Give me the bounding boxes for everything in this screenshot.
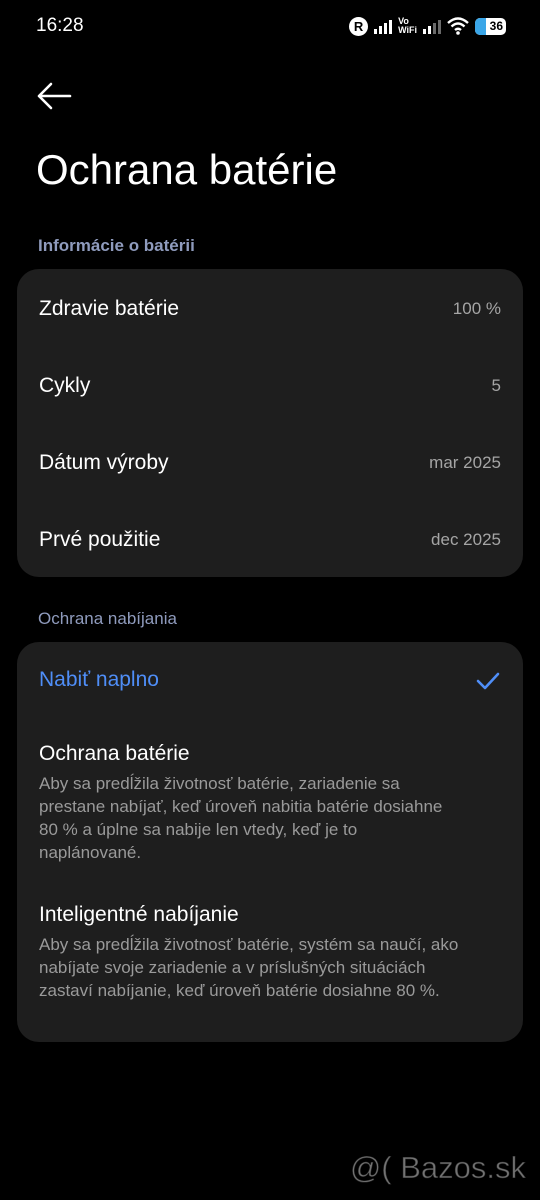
signal-icon: [374, 18, 393, 34]
status-icons: R Vo WiFi 36: [349, 14, 506, 38]
arrow-left-icon[interactable]: [36, 80, 72, 112]
charging-protection-card: Nabiť naplno Ochrana batérie Aby sa pred…: [17, 642, 523, 1042]
status-bar: 16:28 R Vo WiFi 36: [0, 0, 540, 52]
section-header-charging-protection: Ochrana nabíjania: [38, 609, 177, 628]
info-value: 5: [491, 376, 501, 395]
wifi-icon: [447, 17, 469, 35]
info-row-manufacture-date: Dátum výroby mar 2025: [39, 443, 501, 483]
option-charge-fully[interactable]: Nabiť naplno: [39, 668, 501, 698]
battery-protection-screen: 16:28 R Vo WiFi 36 Ochrana batérie Infor…: [0, 0, 540, 1200]
vowifi-icon: Vo WiFi: [398, 17, 417, 35]
section-header-battery-info: Informácie o batérii: [38, 236, 195, 255]
info-label: Zdravie batérie: [39, 297, 180, 320]
info-value: 100 %: [452, 299, 501, 318]
info-label: Dátum výroby: [39, 451, 169, 474]
option-description: Aby sa predĺžila životnosť batérie, zari…: [39, 774, 443, 862]
status-time: 16:28: [36, 15, 84, 36]
option-battery-protection[interactable]: Ochrana batérie Aby sa predĺžila životno…: [39, 742, 501, 864]
option-title: Nabiť naplno: [39, 668, 159, 691]
vowifi-label-bottom: WiFi: [398, 25, 417, 35]
info-row-first-use: Prvé použitie dec 2025: [39, 520, 501, 560]
page-title: Ochrana batérie: [36, 146, 338, 193]
signal-icon: [423, 18, 441, 34]
option-title: Ochrana batérie: [39, 742, 190, 765]
r-badge-icon: R: [349, 16, 369, 36]
option-title: Inteligentné nabíjanie: [39, 903, 239, 926]
info-row-cycles: Cykly 5: [39, 366, 501, 406]
info-value: dec 2025: [431, 530, 501, 549]
battery-info-card: Zdravie batérie 100 % Cykly 5 Dátum výro…: [17, 269, 523, 577]
battery-level: 36: [489, 19, 503, 33]
info-label: Cykly: [39, 374, 91, 397]
info-row-health: Zdravie batérie 100 %: [39, 289, 501, 329]
info-value: mar 2025: [429, 453, 501, 472]
battery-icon: 36: [475, 17, 506, 35]
option-description: Aby sa predĺžila životnosť batérie, syst…: [39, 935, 459, 1000]
info-label: Prvé použitie: [39, 528, 161, 551]
watermark: @( Bazos.sk: [349, 1150, 526, 1186]
battery-fill: [475, 17, 487, 35]
checkmark-icon: [476, 672, 500, 690]
option-smart-charging[interactable]: Inteligentné nabíjanie Aby sa predĺžila …: [39, 903, 501, 1002]
